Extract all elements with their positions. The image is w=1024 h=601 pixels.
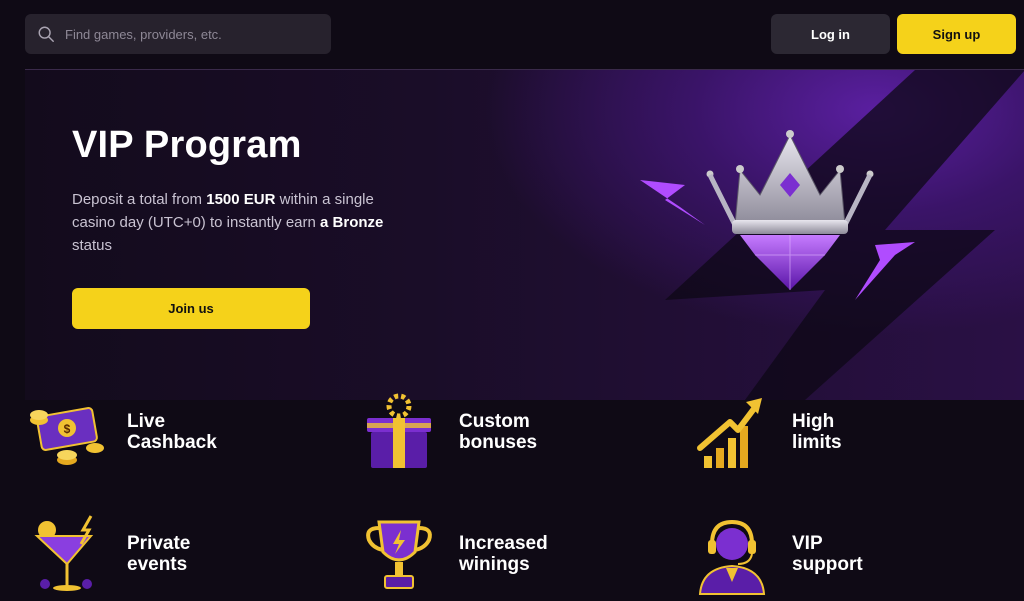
feature-vip-support: VIP support	[690, 512, 922, 596]
top-bar: Log in Sign up	[0, 0, 1024, 70]
feature-custom-bonuses: Custom bonuses	[357, 390, 589, 474]
trophy-icon	[366, 520, 432, 589]
svg-text:$: $	[64, 422, 71, 436]
feature-high-limits: High limits	[690, 390, 922, 474]
feature-label: Private events	[127, 533, 191, 575]
vip-description: Deposit a total from 1500 EUR within a s…	[72, 191, 384, 254]
cocktail-icon	[34, 515, 94, 591]
page-title: VIP Program	[72, 124, 302, 166]
feature-label: Custom bonuses	[459, 411, 538, 453]
feature-label: Increased winings	[459, 533, 548, 575]
search-bar[interactable]	[25, 14, 331, 54]
feature-label: High limits	[792, 411, 842, 453]
join-us-button[interactable]: Join us	[72, 288, 310, 329]
feature-increased-winings: Increased winings	[357, 512, 589, 596]
login-button[interactable]: Log in	[771, 14, 890, 54]
feature-private-events: Private events	[25, 512, 257, 596]
search-icon	[38, 26, 54, 42]
cash-stack-icon: $	[30, 407, 104, 465]
feature-live-cashback: $ Live Cashback	[25, 390, 257, 474]
search-input[interactable]	[65, 26, 305, 42]
feature-label: Live Cashback	[127, 411, 217, 453]
feature-label: VIP support	[792, 533, 863, 575]
headset-agent-icon	[698, 519, 766, 595]
crown-diamond-icon	[640, 130, 915, 300]
signup-button[interactable]: Sign up	[897, 14, 1016, 54]
rising-bars-icon	[697, 398, 762, 468]
gift-box-icon	[367, 393, 431, 468]
